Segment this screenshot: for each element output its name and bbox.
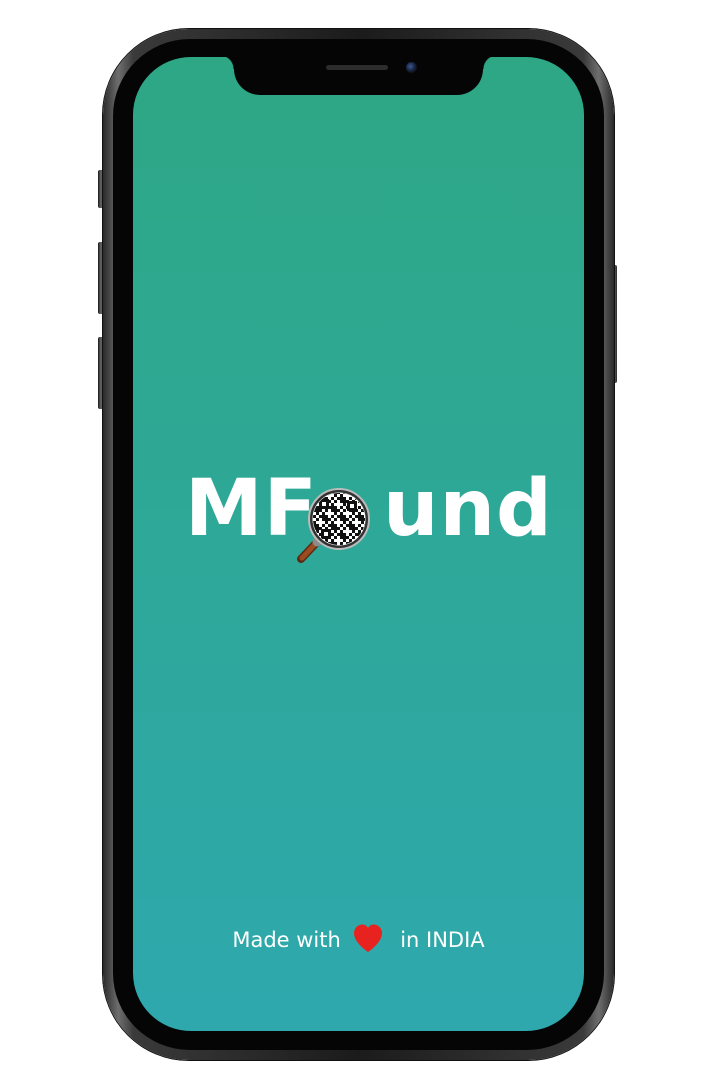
front-camera-icon [406, 62, 417, 73]
app-logo: MF und [185, 469, 552, 569]
heart-icon [353, 924, 382, 952]
tagline-suffix: in INDIA [400, 928, 485, 952]
footer-tagline: Made with in INDIA [133, 923, 584, 955]
device-mockup: MF und Made with in INDIA [0, 0, 715, 1090]
magnifying-glass-qr-icon [297, 488, 370, 563]
splash-screen: MF und Made with in INDIA [133, 57, 584, 1031]
speaker-grille [326, 65, 388, 70]
logo-text-right: und [383, 464, 553, 554]
notch [220, 57, 497, 95]
tagline-prefix: Made with [232, 928, 341, 952]
